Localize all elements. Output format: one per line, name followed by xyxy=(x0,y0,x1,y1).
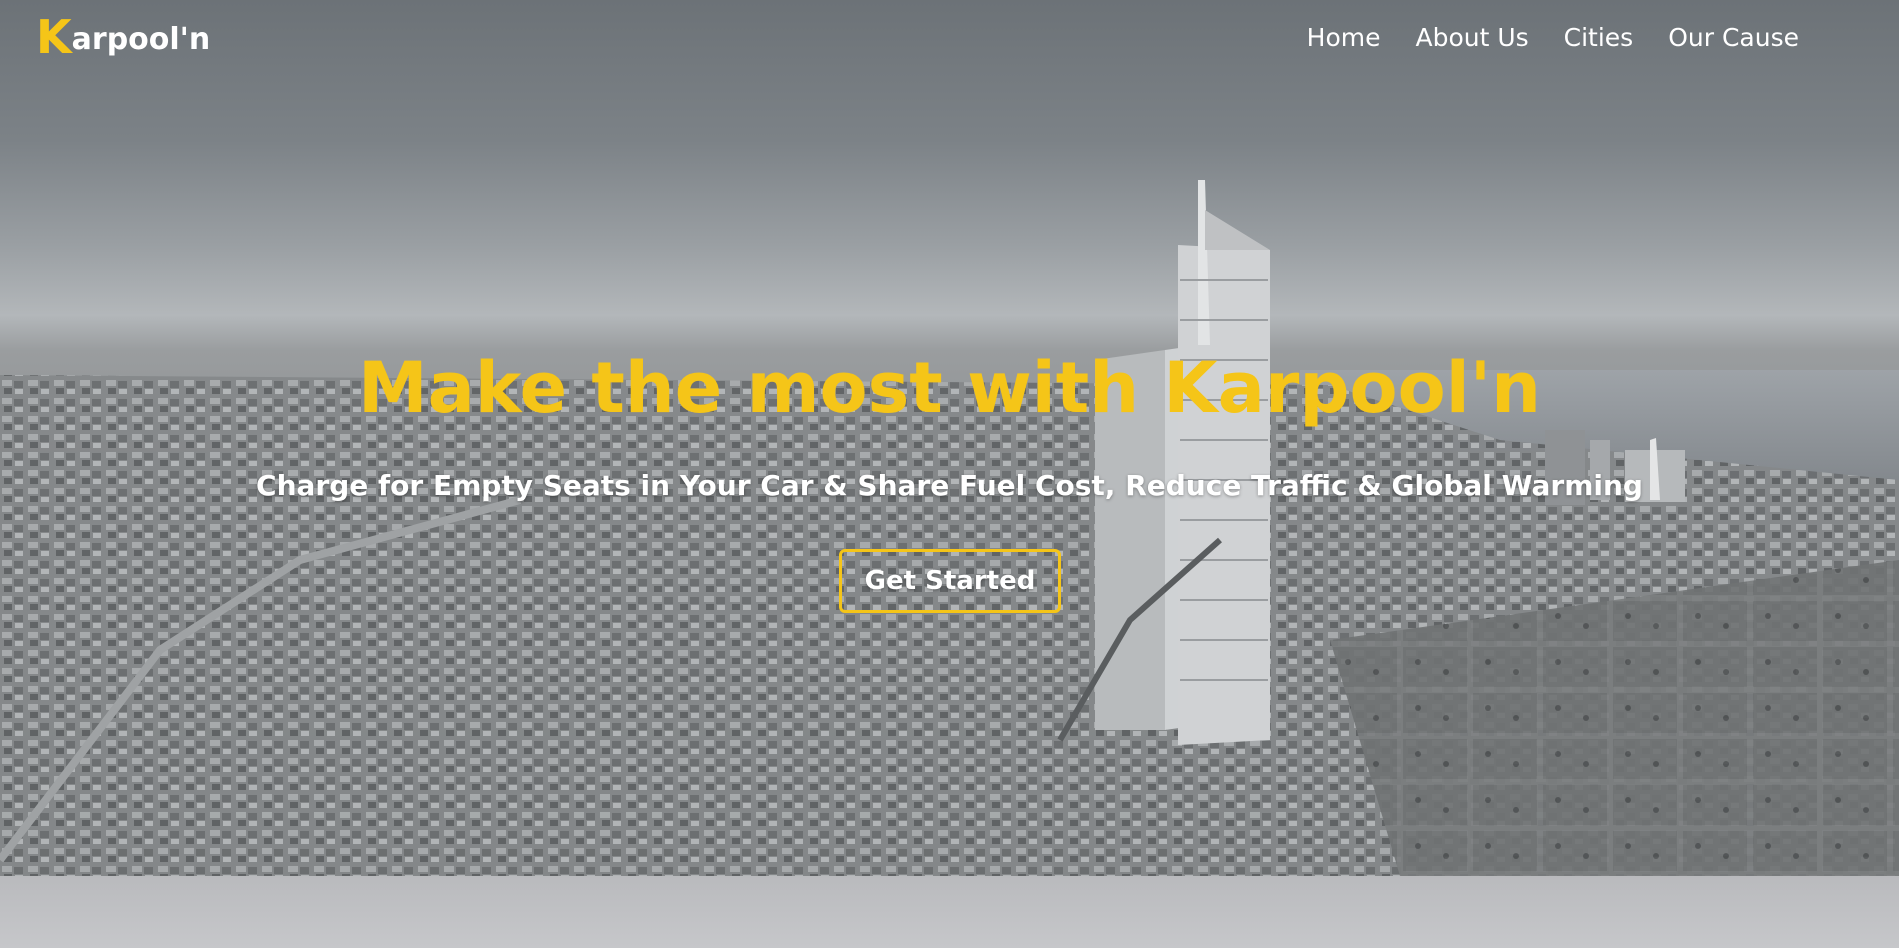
nav-item-our-cause[interactable]: Our Cause xyxy=(1668,20,1799,56)
nav-item-home[interactable]: Home xyxy=(1307,20,1381,56)
hero-section xyxy=(0,0,1899,876)
get-started-button[interactable]: Get Started xyxy=(839,549,1061,613)
hero-background-city-photo xyxy=(0,180,1899,876)
logo-text: arpool'n xyxy=(71,22,211,57)
hero-headline: Make the most with Karpool'n xyxy=(358,347,1541,429)
logo-initial: K xyxy=(36,10,72,64)
brand-logo[interactable]: K arpool'n xyxy=(36,6,210,60)
main-navigation: Home About Us Cities Our Cause xyxy=(1307,20,1799,56)
nav-item-about-us[interactable]: About Us xyxy=(1415,20,1528,56)
hero-subheadline: Charge for Empty Seats in Your Car & Sha… xyxy=(256,469,1643,502)
nav-item-cities[interactable]: Cities xyxy=(1564,20,1634,56)
footer-strip xyxy=(0,876,1899,948)
